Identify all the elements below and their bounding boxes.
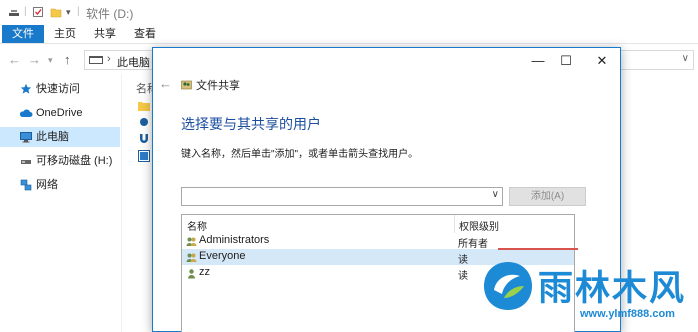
network-icon: [20, 179, 32, 191]
tab-home[interactable]: 主页: [50, 26, 80, 43]
watermark: 雨林木风 www.ylmf888.com: [474, 258, 698, 332]
dialog-heading: 选择要与其共享的用户: [181, 116, 321, 132]
permission-level[interactable]: 读: [458, 267, 468, 282]
new-folder-icon[interactable]: [50, 6, 62, 18]
user-group-icon: [186, 253, 197, 262]
sidebar-item-network[interactable]: 网络: [0, 175, 120, 195]
ribbon-tabs: 文件 主页 共享 查看: [0, 24, 698, 44]
watermark-text: 雨林木风: [538, 269, 687, 309]
permission-level[interactable]: 所有者: [458, 235, 488, 250]
chevron-right-icon[interactable]: ›: [107, 53, 111, 65]
list-item[interactable]: Administrators 所有者: [182, 233, 574, 250]
up-arrow-icon[interactable]: ↑: [64, 52, 71, 67]
navigation-pane: 快速访问 OneDrive 此电脑 可移动磁盘 (H:) 网络: [0, 74, 122, 332]
breadcrumb-this-pc[interactable]: 此电脑: [117, 54, 150, 70]
image-file-icon[interactable]: [138, 150, 150, 162]
folder-icon[interactable]: [138, 100, 150, 112]
explorer-titlebar: | ▾ | 软件 (D:): [0, 0, 698, 24]
tab-view[interactable]: 查看: [130, 26, 160, 43]
window-title: 软件 (D:): [86, 7, 134, 21]
recent-locations-icon[interactable]: ▾: [48, 55, 53, 66]
share-users-icon: [181, 80, 192, 90]
sidebar-item-onedrive[interactable]: OneDrive: [0, 103, 120, 123]
chevron-down-icon[interactable]: ∨: [682, 53, 689, 64]
watermark-logo-icon: [484, 262, 532, 310]
magnet-icon[interactable]: [138, 132, 150, 144]
cloud-icon: [19, 109, 33, 117]
user-name-combobox[interactable]: ∨: [181, 187, 503, 206]
user-icon: [188, 269, 195, 279]
sidebar-item-label: 快速访问: [36, 83, 80, 95]
permission-dropdown-menu[interactable]: [498, 248, 578, 258]
properties-icon[interactable]: [32, 6, 44, 18]
sidebar-item-label: OneDrive: [36, 107, 83, 119]
user-group-icon: [186, 237, 197, 246]
user-name: Everyone: [199, 250, 246, 262]
sidebar-item-label: 此电脑: [36, 131, 69, 143]
usb-drive-icon: [21, 160, 31, 164]
chevron-down-icon[interactable]: ∨: [492, 189, 499, 200]
tab-share[interactable]: 共享: [90, 26, 120, 43]
computer-icon: [20, 132, 32, 143]
computer-icon: [89, 56, 103, 64]
sidebar-item-removable-disk[interactable]: 可移动磁盘 (H:): [0, 151, 120, 171]
maximize-icon[interactable]: ☐: [551, 50, 581, 72]
sidebar-item-this-pc[interactable]: 此电脑: [0, 127, 120, 147]
star-icon: [20, 83, 32, 94]
back-arrow-icon[interactable]: ←: [159, 76, 172, 91]
sidebar-item-label: 网络: [36, 179, 58, 191]
tab-file[interactable]: 文件: [2, 25, 44, 43]
system-menu-icon[interactable]: [8, 6, 20, 18]
column-header-name[interactable]: 名称: [187, 218, 207, 233]
dialog-title: 文件共享: [196, 80, 240, 92]
sidebar-item-quick-access[interactable]: 快速访问: [0, 79, 120, 99]
minimize-icon[interactable]: —: [523, 50, 553, 72]
permission-level[interactable]: 读: [458, 251, 468, 266]
forward-arrow-icon[interactable]: →: [28, 52, 41, 67]
add-button[interactable]: 添加(A): [509, 187, 586, 206]
user-name: zz: [199, 266, 210, 278]
user-name: Administrators: [199, 234, 270, 246]
close-icon[interactable]: ✕: [587, 50, 617, 72]
quick-access-dropdown-icon[interactable]: ▾: [66, 7, 71, 19]
address-dropdown[interactable]: ∨: [620, 50, 694, 70]
sidebar-item-label: 可移动磁盘 (H:): [36, 155, 113, 167]
back-arrow-icon[interactable]: ←: [8, 52, 21, 67]
separator: |: [77, 6, 80, 17]
app-icon[interactable]: [138, 116, 150, 128]
dialog-instruction: 键入名称，然后单击"添加"，或者单击箭头查找用户。: [181, 149, 419, 160]
column-header-permission[interactable]: 权限级别: [459, 218, 499, 233]
watermark-url: www.ylmf888.com: [580, 308, 675, 320]
column-divider[interactable]: [454, 215, 455, 233]
separator: |: [24, 6, 27, 17]
